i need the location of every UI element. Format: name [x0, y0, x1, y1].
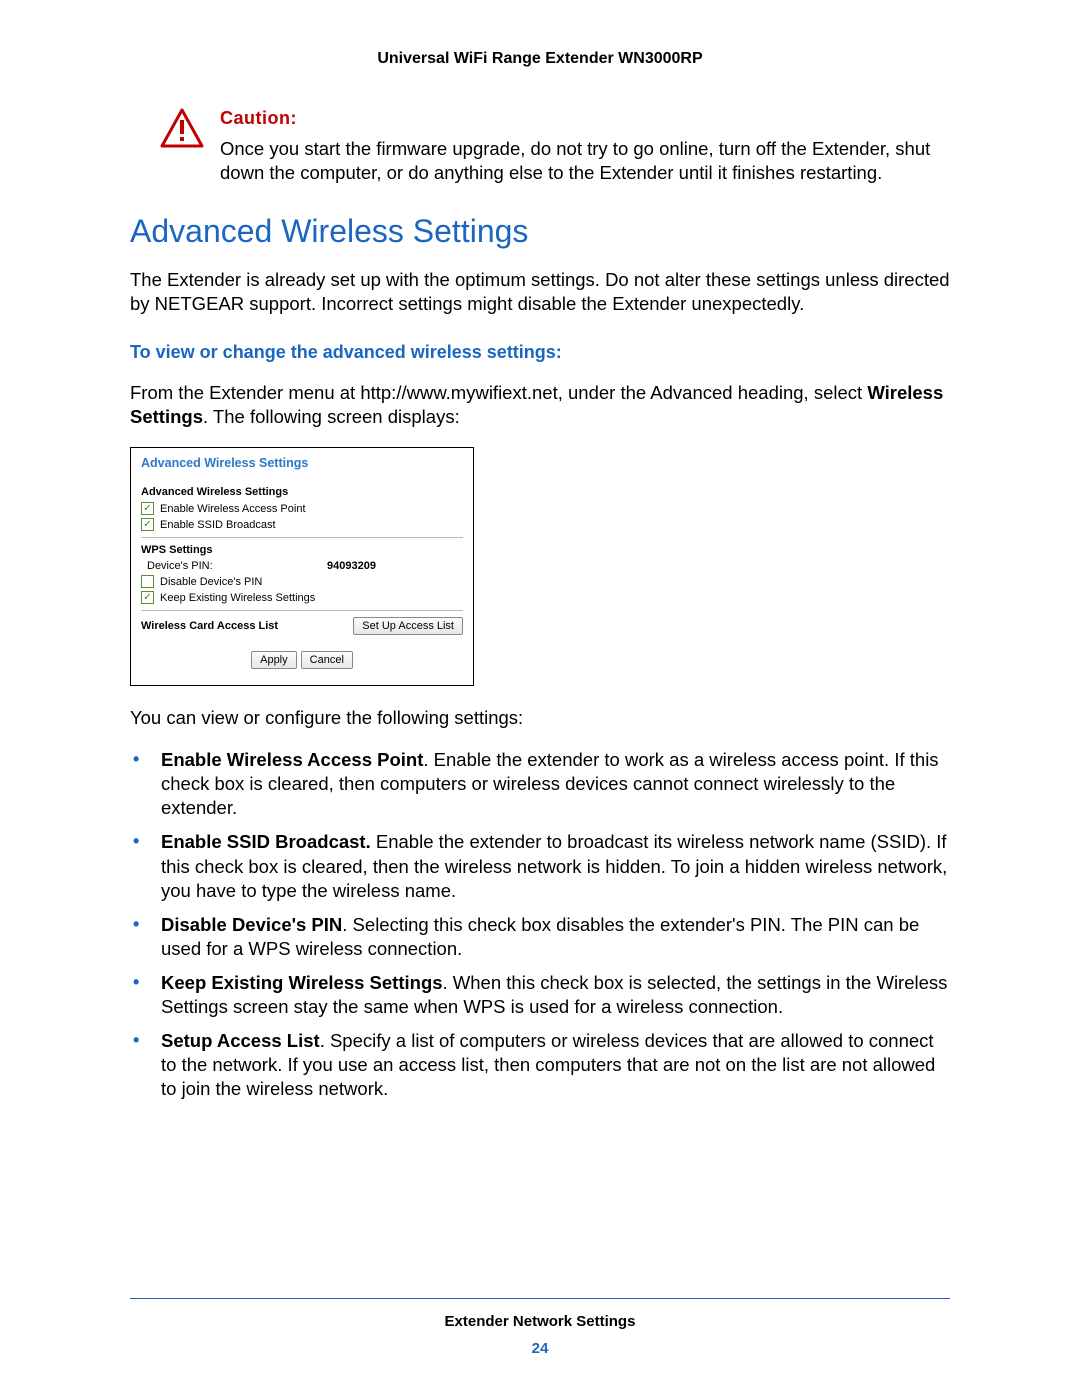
label-keep-existing: Keep Existing Wireless Settings — [160, 592, 315, 604]
menu-paragraph: From the Extender menu at http://www.myw… — [130, 381, 950, 429]
list-item-text: Enable SSID Broadcast. Enable the extend… — [161, 830, 950, 902]
list-item-text: Keep Existing Wireless Settings. When th… — [161, 971, 950, 1019]
panel-wps-heading: WPS Settings — [141, 544, 463, 556]
section-title: Advanced Wireless Settings — [130, 213, 950, 250]
list-item: • Keep Existing Wireless Settings. When … — [130, 971, 950, 1019]
checkbox-enable-ssid[interactable] — [141, 518, 154, 531]
list-item: • Enable Wireless Access Point. Enable t… — [130, 748, 950, 820]
list-item-text: Disable Device's PIN. Selecting this che… — [161, 913, 950, 961]
bullet-icon: • — [130, 913, 161, 936]
list-item-text: Enable Wireless Access Point. Enable the… — [161, 748, 950, 820]
acl-label: Wireless Card Access List — [141, 620, 278, 632]
pin-label: Device's PIN: — [141, 560, 327, 572]
list-item: • Setup Access List. Specify a list of c… — [130, 1029, 950, 1101]
checkbox-disable-pin[interactable] — [141, 575, 154, 588]
page-footer: Extender Network Settings 24 — [0, 1298, 1080, 1357]
list-item: • Disable Device's PIN. Selecting this c… — [130, 913, 950, 961]
list-item-text: Setup Access List. Specify a list of com… — [161, 1029, 950, 1101]
panel-title: Advanced Wireless Settings — [141, 456, 463, 470]
caution-block: Caution: Once you start the firmware upg… — [160, 108, 950, 185]
panel-group1-heading: Advanced Wireless Settings — [141, 486, 463, 498]
setup-access-list-button[interactable]: Set Up Access List — [353, 617, 463, 635]
bullet-icon: • — [130, 1029, 161, 1052]
label-enable-ssid: Enable SSID Broadcast — [160, 519, 276, 531]
intro-paragraph: The Extender is already set up with the … — [130, 268, 950, 316]
caution-icon — [160, 108, 204, 148]
bullet-icon: • — [130, 830, 161, 853]
cancel-button[interactable]: Cancel — [301, 651, 353, 669]
page-header-title: Universal WiFi Range Extender WN3000RP — [0, 0, 1080, 108]
list-item: • Enable SSID Broadcast. Enable the exte… — [130, 830, 950, 902]
para-after-panel: You can view or configure the following … — [130, 706, 950, 730]
footer-title: Extender Network Settings — [0, 1313, 1080, 1330]
caution-heading: Caution: — [220, 108, 950, 129]
subheading: To view or change the advanced wireless … — [130, 342, 950, 363]
bullet-icon: • — [130, 748, 161, 771]
caution-body: Once you start the firmware upgrade, do … — [220, 137, 950, 185]
feature-list: • Enable Wireless Access Point. Enable t… — [130, 748, 950, 1101]
footer-page-number: 24 — [0, 1340, 1080, 1357]
label-enable-ap: Enable Wireless Access Point — [160, 503, 306, 515]
pin-value: 94093209 — [327, 560, 376, 572]
settings-panel-screenshot: Advanced Wireless Settings Advanced Wire… — [130, 447, 474, 686]
bullet-icon: • — [130, 971, 161, 994]
checkbox-keep-existing[interactable] — [141, 591, 154, 604]
menu-paragraph-post: . The following screen displays: — [203, 406, 460, 427]
menu-paragraph-pre: From the Extender menu at http://www.myw… — [130, 382, 867, 403]
apply-button[interactable]: Apply — [251, 651, 297, 669]
checkbox-enable-ap[interactable] — [141, 502, 154, 515]
label-disable-pin: Disable Device's PIN — [160, 576, 262, 588]
